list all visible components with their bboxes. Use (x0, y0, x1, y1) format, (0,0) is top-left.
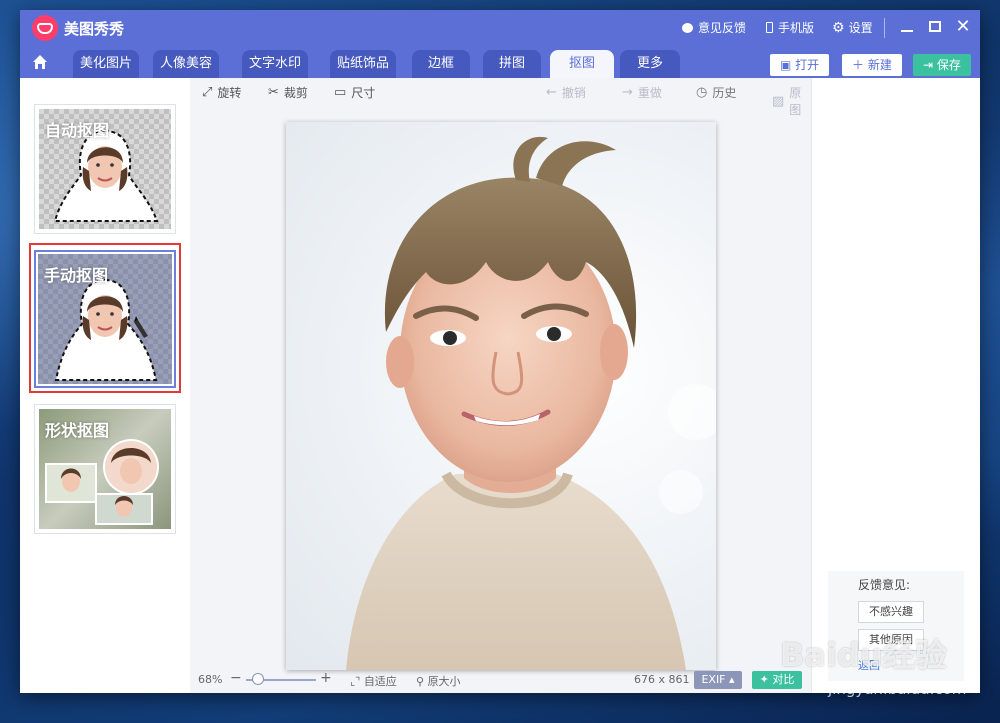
zoom-out-button[interactable]: − (230, 670, 242, 686)
undo-tool[interactable]: ← 撤销 (546, 84, 586, 101)
crop-icon: ✂ (268, 85, 279, 100)
feedback-title: 反馈意见: (858, 578, 911, 592)
auto-preview: 自动抠图 (39, 109, 171, 229)
settings-label: 设置 (848, 21, 873, 35)
minimize-button[interactable] (896, 16, 918, 38)
home-icon[interactable] (32, 54, 48, 70)
fit-label: 自适应 (363, 675, 397, 688)
tab-frame[interactable]: 边框 (412, 50, 470, 78)
tab-text[interactable]: 文字水印 (242, 50, 308, 78)
mode-card-shape[interactable]: 形状抠图 (34, 404, 176, 534)
size-tool[interactable]: ▭ 尺寸 (334, 84, 375, 101)
edit-toolbar: ⤢ 旋转 ✂ 裁剪 ▭ 尺寸 ← 撤销 → 重做 ◷ 历史 ▨ 原图 (190, 78, 811, 117)
shape-mode-label: 形状抠图 (45, 421, 110, 440)
rotate-icon: ⤢ (202, 85, 213, 100)
phone-icon (766, 22, 773, 33)
rotate-label: 旋转 (217, 86, 242, 100)
original-icon: ▨ (772, 93, 785, 109)
undo-icon: ← (546, 85, 557, 100)
shape-preview: 形状抠图 (39, 409, 171, 529)
mobile-label: 手机版 (778, 21, 815, 35)
tab-cutout[interactable]: 抠图 (550, 50, 614, 78)
open-button[interactable]: ▣ 打开 (770, 54, 830, 76)
original-label: 原图 (789, 86, 802, 117)
manual-preview: 手动抠图 (38, 254, 172, 384)
gear-icon: ⚙ (832, 19, 845, 36)
save-label: 保存 (936, 58, 961, 72)
tab-more[interactable]: 更多 (620, 50, 680, 78)
new-button[interactable]: ＋ 新建 (842, 54, 902, 76)
exif-button[interactable]: EXIF ▴ (694, 671, 742, 689)
sparkle-icon: ✦ (759, 673, 769, 686)
magnifier-icon: ⚲ (416, 675, 425, 688)
export-icon: ⇥ (923, 58, 934, 72)
tab-bar: 美化图片 人像美容 文字水印 贴纸饰品 边框 拼图 抠图 更多 ▣ 打开 ＋ 新… (20, 46, 980, 78)
actual-size-button[interactable]: ⚲ 原大小 (416, 673, 461, 689)
history-tool[interactable]: ◷ 历史 (696, 84, 736, 101)
redo-tool[interactable]: → 重做 (622, 84, 662, 101)
manual-mode-label: 手动抠图 (44, 266, 109, 285)
feedback-icon (682, 22, 693, 33)
app-logo (32, 15, 58, 41)
image-dimensions: 676 x 861 (634, 673, 690, 686)
original-tool[interactable]: ▨ 原图 (772, 84, 811, 118)
feedback-link[interactable]: 意见反馈 (682, 19, 746, 36)
auto-mode-label: 自动抠图 (45, 121, 110, 140)
close-icon: ✕ (955, 16, 971, 37)
mode-panel: 自动抠图 手动抠图 形状抠图 (20, 78, 190, 693)
fit-icon: ⌞⌝ (350, 675, 361, 688)
portrait-photo (346, 136, 716, 670)
not-interested-button[interactable]: 不感兴趣 (858, 601, 924, 623)
open-label: 打开 (795, 58, 820, 72)
tab-portrait[interactable]: 人像美容 (153, 50, 219, 78)
feedback-label: 意见反馈 (698, 21, 747, 35)
new-label: 新建 (867, 58, 892, 72)
zoom-level: 68% (198, 673, 223, 686)
tab-stickers[interactable]: 贴纸饰品 (330, 50, 396, 78)
tab-collage[interactable]: 拼图 (483, 50, 541, 78)
tab-beautify[interactable]: 美化图片 (73, 50, 139, 78)
app-title: 美图秀秀 (64, 20, 125, 38)
maximize-icon (929, 21, 941, 32)
image-icon: ▣ (780, 58, 792, 72)
zoom-in-button[interactable]: + (320, 670, 332, 686)
crop-label: 裁剪 (283, 86, 308, 100)
fit-button[interactable]: ⌞⌝ 自适应 (350, 673, 397, 689)
photo-canvas[interactable] (286, 122, 716, 670)
mobile-link[interactable]: 手机版 (766, 19, 814, 36)
mode-card-auto[interactable]: 自动抠图 (34, 104, 176, 234)
maximize-button[interactable] (924, 16, 946, 38)
watermark-url: jingyan.baidu.com (828, 680, 967, 698)
minimize-icon (901, 30, 913, 32)
save-button[interactable]: ⇥ 保存 (913, 54, 971, 76)
zoom-slider-handle[interactable] (252, 673, 264, 685)
mode-card-manual[interactable]: 手动抠图 (34, 250, 176, 388)
undo-label: 撤销 (561, 86, 586, 100)
title-bar: 美图秀秀 意见反馈 手机版 ⚙ 设置 ✕ (20, 10, 980, 46)
redo-label: 重做 (637, 86, 662, 100)
crop-tool[interactable]: ✂ 裁剪 (268, 84, 308, 101)
canvas-area: ⤢ 旋转 ✂ 裁剪 ▭ 尺寸 ← 撤销 → 重做 ◷ 历史 ▨ 原图 68% −… (190, 78, 811, 693)
settings-link[interactable]: ⚙ 设置 (832, 19, 873, 36)
right-panel: 反馈意见: 不感兴趣 其他原因 返回 (811, 78, 980, 693)
plus-icon: ＋ (852, 58, 865, 72)
exif-label: EXIF (701, 673, 726, 686)
actual-size-label: 原大小 (427, 675, 461, 688)
status-bar: 68% − + ⌞⌝ 自适应 ⚲ 原大小 676 x 861 EXIF ▴ ✦ … (190, 667, 811, 693)
rotate-tool[interactable]: ⤢ 旋转 (202, 84, 241, 101)
size-icon: ▭ (334, 85, 347, 100)
baidu-watermark: Baidu经验 (780, 636, 947, 674)
titlebar-divider (884, 18, 885, 38)
app-window: 美图秀秀 意见反馈 手机版 ⚙ 设置 ✕ 美化图片 人像美容 文字水印 贴纸饰品… (20, 10, 980, 693)
redo-icon: → (622, 85, 633, 100)
close-button[interactable]: ✕ (952, 16, 974, 38)
size-label: 尺寸 (351, 86, 376, 100)
history-label: 历史 (712, 86, 737, 100)
history-icon: ◷ (696, 85, 708, 100)
